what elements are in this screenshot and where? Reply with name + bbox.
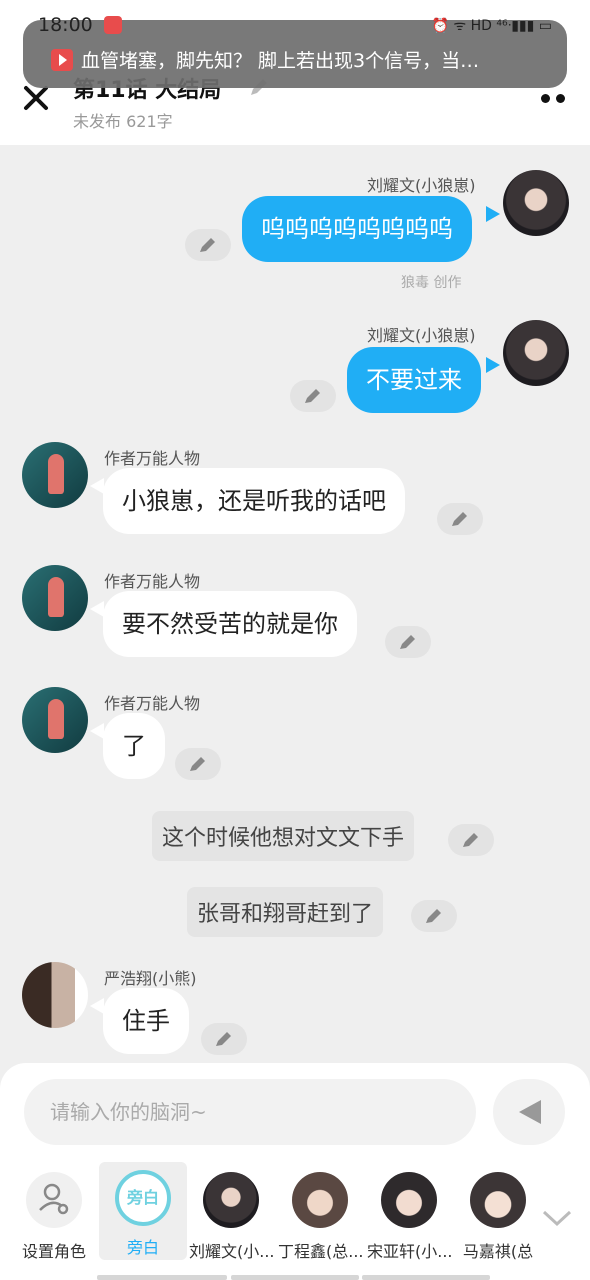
scrollbar-segment <box>231 1275 359 1280</box>
pencil-icon <box>190 757 205 771</box>
pencil-icon <box>452 512 467 526</box>
message-bubble[interactable]: 不要过来 <box>347 347 481 413</box>
role-label: 刘耀文(小... <box>189 1242 273 1261</box>
video-app-icon <box>51 49 73 71</box>
avatar <box>381 1172 437 1228</box>
role-character[interactable]: 刘耀文(小... <box>189 1168 273 1262</box>
role-character[interactable]: 丁程鑫(总... <box>278 1168 362 1262</box>
narration-badge: 旁白 <box>115 1170 171 1226</box>
role-character[interactable]: 宋亚轩(小... <box>367 1168 451 1262</box>
avatar[interactable] <box>503 170 569 236</box>
message-bubble[interactable]: 小狼崽，还是听我的话吧 <box>103 468 405 534</box>
edit-message-button[interactable] <box>201 1023 247 1055</box>
episode-status: 未发布 621字 <box>73 112 173 131</box>
speaker-name: 作者万能人物 <box>104 449 201 468</box>
role-label: 丁程鑫(总... <box>278 1242 362 1261</box>
scrollbar-segment <box>362 1275 490 1280</box>
role-narration[interactable]: 旁白 旁白 <box>99 1162 187 1260</box>
role-label: 旁白 <box>126 1238 159 1257</box>
edit-message-button[interactable] <box>437 503 483 535</box>
message-bubble[interactable]: 住手 <box>103 988 189 1054</box>
chevron-down-icon[interactable] <box>541 1208 573 1228</box>
message-bubble[interactable]: 了 <box>103 713 165 779</box>
edit-message-button[interactable] <box>411 900 457 932</box>
edit-message-button[interactable] <box>448 824 494 856</box>
role-label: 宋亚轩(小... <box>367 1242 451 1261</box>
pencil-icon <box>305 389 320 403</box>
message-input[interactable] <box>24 1079 476 1145</box>
status-time: 18:00 <box>38 14 93 36</box>
notification-text: 血管堵塞，脚先知？ 脚上若出现3个信号，当… <box>81 50 480 72</box>
credit-label: 狼毒 创作 <box>401 275 462 291</box>
narration-bubble[interactable]: 张哥和翔哥赶到了 <box>187 887 384 937</box>
speaker-name: 刘耀文(小狼崽) <box>367 326 476 345</box>
pencil-icon <box>426 909 441 923</box>
pencil-icon <box>463 833 478 847</box>
avatar[interactable] <box>22 565 88 631</box>
role-setup[interactable]: 设置角色 <box>12 1168 96 1262</box>
edit-message-button[interactable] <box>290 380 336 412</box>
avatar[interactable] <box>503 320 569 386</box>
narration-bubble[interactable]: 这个时候他想对文文下手 <box>152 811 415 861</box>
send-icon <box>519 1100 541 1124</box>
status-app-icon <box>104 16 122 34</box>
role-label: 设置角色 <box>21 1242 86 1261</box>
message-bubble[interactable]: 呜呜呜呜呜呜呜呜 <box>242 196 472 262</box>
role-label: 马嘉祺(总 <box>462 1242 534 1261</box>
avatar <box>470 1172 526 1228</box>
speaker-name: 作者万能人物 <box>104 572 201 591</box>
avatar <box>292 1172 348 1228</box>
send-button[interactable] <box>493 1079 565 1145</box>
role-character[interactable]: 马嘉祺(总 <box>456 1168 540 1262</box>
close-icon[interactable] <box>22 84 50 112</box>
message-bubble[interactable]: 要不然受苦的就是你 <box>103 591 357 657</box>
edit-message-button[interactable] <box>185 229 231 261</box>
pencil-icon <box>400 635 415 649</box>
avatar[interactable] <box>22 687 88 753</box>
avatar[interactable] <box>22 442 88 508</box>
more-options-icon[interactable] <box>541 94 567 104</box>
edit-message-button[interactable] <box>175 748 221 780</box>
speaker-name: 严浩翔(小熊) <box>104 969 197 988</box>
scrollbar-segment <box>97 1275 227 1280</box>
pencil-icon <box>216 1032 231 1046</box>
avatar[interactable] <box>22 962 88 1028</box>
edit-message-button[interactable] <box>385 626 431 658</box>
speaker-name: 刘耀文(小狼崽) <box>367 176 476 195</box>
status-icons: ⏰ ᯤ HD ⁴⁶ᐧ▮▮▮ ▭ <box>431 18 552 34</box>
pencil-icon <box>200 238 215 252</box>
person-settings-icon <box>39 1183 69 1215</box>
speaker-name: 作者万能人物 <box>104 694 201 713</box>
avatar <box>203 1172 259 1228</box>
